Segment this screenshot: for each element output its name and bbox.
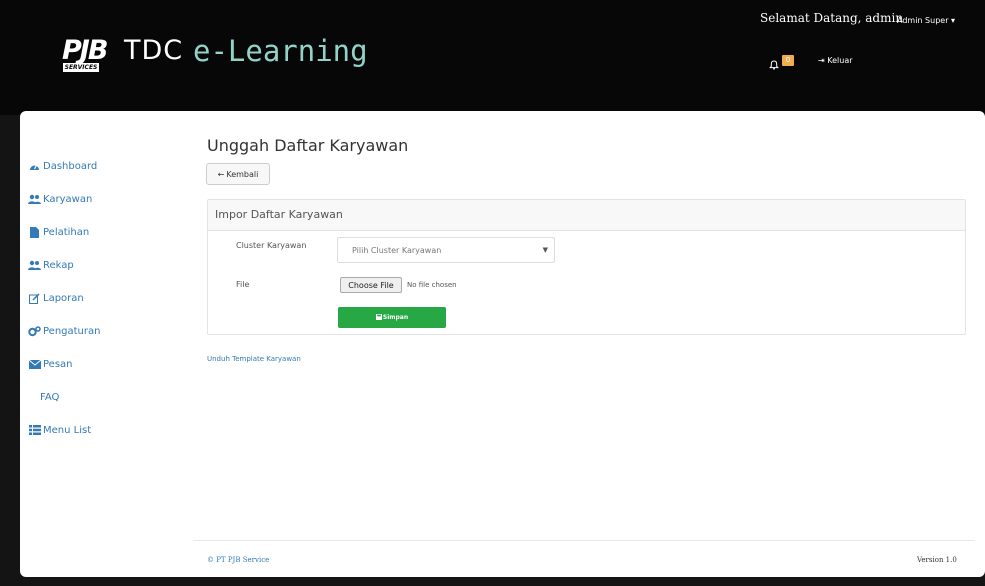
sidebar-item-label: Pengaturan — [43, 325, 101, 337]
logo-services-text: SERVICES — [63, 63, 99, 72]
top-header: PJB SERVICES TDC e-Learning Selamat Data… — [0, 0, 985, 115]
page-title: Unggah Daftar Karyawan — [207, 136, 409, 155]
save-button[interactable]: Simpan — [338, 307, 446, 328]
back-button-label: Kembali — [226, 169, 259, 179]
logout-icon: ⇥ — [818, 56, 825, 65]
sidebar-item-label: Karyawan — [43, 193, 93, 205]
sidebar-item-label: Pesan — [43, 358, 73, 370]
sidebar-item-pelatihan[interactable]: Pelatihan — [28, 223, 89, 241]
floppy-icon — [375, 313, 382, 322]
file-icon — [28, 226, 41, 238]
caret-down-icon: ▼ — [542, 246, 548, 254]
envelope-icon — [28, 358, 41, 370]
copyright-text: © PT PJB Service — [207, 556, 270, 564]
users-icon — [28, 193, 41, 205]
welcome-text: Selamat Datang, admin — [760, 11, 904, 25]
choose-file-button[interactable]: Choose File — [340, 277, 402, 293]
dashboard-icon — [28, 160, 41, 172]
arrow-left-icon: ← — [217, 169, 225, 179]
file-status-text: No file chosen — [407, 281, 457, 289]
edit-icon — [28, 292, 41, 304]
footer-divider — [193, 540, 975, 541]
logo-tdc-text: TDC — [124, 35, 184, 66]
user-menu-dropdown[interactable]: Admin Super ▾ — [897, 16, 955, 25]
file-label: File — [236, 280, 250, 289]
logout-label: Keluar — [827, 56, 853, 65]
sidebar-item-label: Pelatihan — [43, 226, 90, 238]
sidebar-item-rekap[interactable]: Rekap — [28, 256, 74, 274]
import-panel-title: Impor Daftar Karyawan — [215, 208, 343, 221]
notification-badge[interactable]: 0 — [782, 55, 794, 66]
sidebar-item-pengaturan[interactable]: Pengaturan — [28, 322, 100, 340]
import-panel: Impor Daftar Karyawan — [207, 199, 966, 335]
sidebar-item-label: Dashboard — [43, 160, 98, 172]
download-template-link[interactable]: Unduh Template Karyawan — [207, 355, 301, 363]
pjb-logo: PJB SERVICES — [62, 36, 120, 72]
sidebar-item-label: FAQ — [40, 391, 60, 403]
users-icon — [28, 259, 41, 271]
sidebar-item-label: Rekap — [43, 259, 74, 271]
list-icon — [28, 424, 41, 436]
sidebar-item-menu-list[interactable]: Menu List — [28, 421, 91, 439]
sidebar-item-label: Laporan — [43, 292, 84, 304]
bell-icon[interactable] — [769, 55, 779, 70]
sidebar-item-label: Menu List — [43, 424, 92, 436]
back-button[interactable]: ← Kembali — [206, 163, 270, 185]
sidebar-item-laporan[interactable]: Laporan — [28, 289, 84, 307]
logout-link[interactable]: ⇥ Keluar — [818, 55, 853, 66]
sidebar-item-dashboard[interactable]: Dashboard — [28, 157, 97, 175]
save-button-label: Simpan — [382, 314, 409, 321]
logo-pjb-text: PJB — [62, 35, 108, 66]
cluster-select-value: Pilih Cluster Karyawan — [352, 245, 442, 255]
sidebar-item-karyawan[interactable]: Karyawan — [28, 190, 92, 208]
import-panel-header: Impor Daftar Karyawan — [208, 200, 965, 231]
cluster-select[interactable]: Pilih Cluster Karyawan ▼ — [337, 237, 555, 263]
cluster-label: Cluster Karyawan — [236, 241, 307, 250]
content-panel — [20, 111, 985, 577]
sidebar-item-faq[interactable]: FAQ — [40, 388, 59, 406]
logo-elearning-text: e-Learning — [193, 34, 368, 68]
sidebar-item-pesan[interactable]: Pesan — [28, 355, 73, 373]
gears-icon — [28, 325, 41, 337]
version-text: Version 1.0 — [917, 556, 957, 564]
